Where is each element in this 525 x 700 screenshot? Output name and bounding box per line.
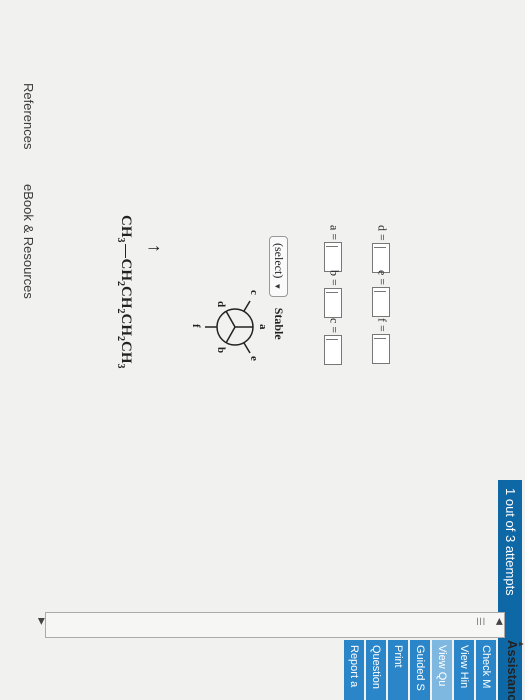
front-bond-right: [225, 326, 236, 344]
horizontal-scrollbar[interactable]: [45, 612, 505, 638]
input-f[interactable]: [372, 333, 390, 364]
input-d[interactable]: [372, 242, 390, 273]
assistance-item-0[interactable]: Check M: [476, 640, 496, 700]
arrow-up-icon: ↑: [145, 244, 165, 253]
assistance-item-3[interactable]: Guided S: [410, 640, 430, 700]
input-a[interactable]: [324, 242, 342, 273]
triangle-left-icon[interactable]: ▶: [36, 618, 47, 625]
label-e: e: [248, 356, 260, 361]
label-f: f: [190, 324, 202, 328]
ebook-resources-link[interactable]: eBook & Resources: [21, 184, 36, 299]
field-a: a =: [324, 225, 342, 273]
front-bond-left: [225, 310, 236, 328]
label-c: c: [248, 290, 260, 295]
assistance-item-5[interactable]: Question: [366, 640, 386, 700]
chevron-down-icon: ▼: [273, 282, 283, 291]
field-f: f =: [372, 318, 390, 364]
references-link[interactable]: References: [21, 83, 36, 149]
bond-line: [124, 243, 126, 258]
grip-icon[interactable]: ☰: [474, 617, 485, 626]
stability-row: (select)▼ Stable: [269, 236, 288, 340]
label-d: d: [215, 301, 227, 307]
assistance-item-1[interactable]: View Hin: [454, 640, 474, 700]
input-b[interactable]: [324, 287, 342, 318]
field-b: b =: [324, 270, 342, 318]
molecule-formula: CH3CH2CH2CH2CH3: [115, 215, 134, 369]
assistance-item-6[interactable]: Report a: [344, 640, 364, 700]
label-a: a: [257, 324, 269, 330]
label-b: b: [215, 347, 227, 353]
assistance-title: Assistanc: [505, 640, 520, 700]
input-c[interactable]: [324, 335, 342, 366]
back-bond-right: [243, 342, 251, 354]
field-c: c =: [324, 318, 342, 366]
stability-select[interactable]: (select)▼: [269, 236, 288, 298]
triangle-right-icon[interactable]: ◀: [494, 618, 505, 625]
assistance-item-4[interactable]: Print: [388, 640, 408, 700]
input-e[interactable]: [372, 287, 390, 318]
assistance-item-2[interactable]: View Qu: [432, 640, 452, 700]
homework-page: 1 out of 3 attempts ▲ Assistanc ◀ ▶ ☰ CH…: [0, 0, 525, 700]
field-e: e =: [372, 270, 390, 318]
back-bond-left: [243, 300, 251, 312]
field-d: d =: [372, 225, 390, 273]
stable-label: Stable: [272, 307, 286, 340]
